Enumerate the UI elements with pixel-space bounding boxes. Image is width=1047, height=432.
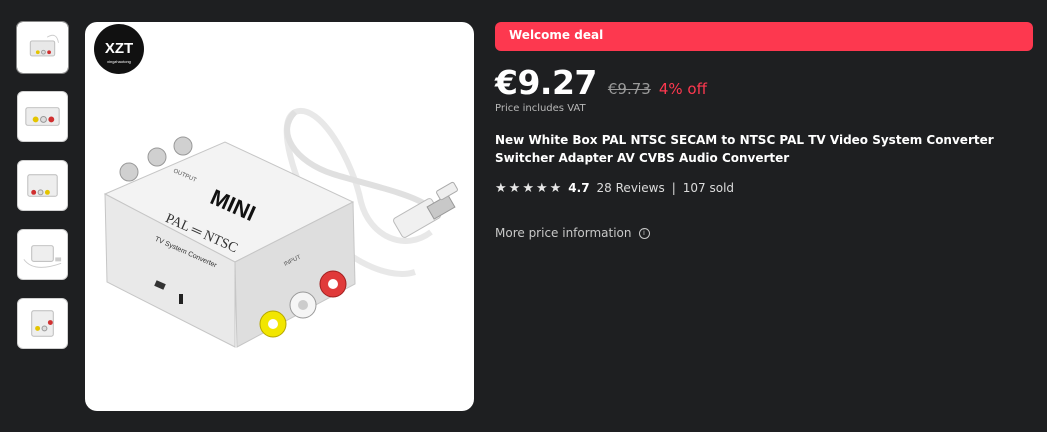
thumbnail-5[interactable] [17,298,68,349]
original-price: €9.73 [607,80,651,98]
product-info: Welcome deal €9.27 €9.73 4% off Price in… [495,22,1033,240]
thumbnail-image [31,310,54,337]
star-icon: ★ [522,180,534,196]
price-row: €9.27 €9.73 4% off [495,63,1033,102]
sold-count: 107 sold [682,181,735,195]
product-photo: XZT xingzhaotong MINI PAL ═ NTSC TV Syst… [94,24,458,348]
star-icon: ★ [508,180,521,196]
thumbnail-3[interactable] [17,160,68,211]
thumbnail-image [25,107,60,126]
info-icon[interactable]: i [638,227,650,239]
deal-label: Welcome deal [509,28,604,42]
star-icon: ★ [535,180,548,196]
more-price-info[interactable]: More price information i [495,226,1033,240]
star-icon: ★ [549,180,562,196]
thumbnail-image [27,174,58,197]
star-rating[interactable]: ★ ★ ★ ★ ★ [495,182,561,195]
thumbnail-1[interactable] [16,21,69,74]
vat-note: Price includes VAT [495,103,586,114]
discount-badge: 4% off [658,80,707,98]
more-price-info-label: More price information [495,226,632,240]
rating-row: ★ ★ ★ ★ ★ 4.7 28 Reviews | 107 sold [495,181,1033,195]
logo-text: XZT [105,40,133,57]
welcome-deal-banner[interactable]: Welcome deal [495,22,1033,51]
thumbnail-image [29,34,59,57]
product-title: New White Box PAL NTSC SECAM to NTSC PAL… [495,133,994,165]
thumbnail-2[interactable] [17,91,68,142]
reviews-link[interactable]: 28 Reviews [597,181,665,195]
logo-subtext: xingzhaotong [107,59,131,64]
rating-value: 4.7 [568,181,590,195]
thumbnail-image [23,245,62,268]
main-product-image[interactable]: XZT xingzhaotong MINI PAL ═ NTSC TV Syst… [85,22,474,411]
thumbnail-list [16,21,70,367]
thumbnail-4[interactable] [17,229,68,280]
separator: | [671,181,676,195]
current-price: €9.27 [495,63,597,102]
star-icon: ★ [495,180,507,196]
